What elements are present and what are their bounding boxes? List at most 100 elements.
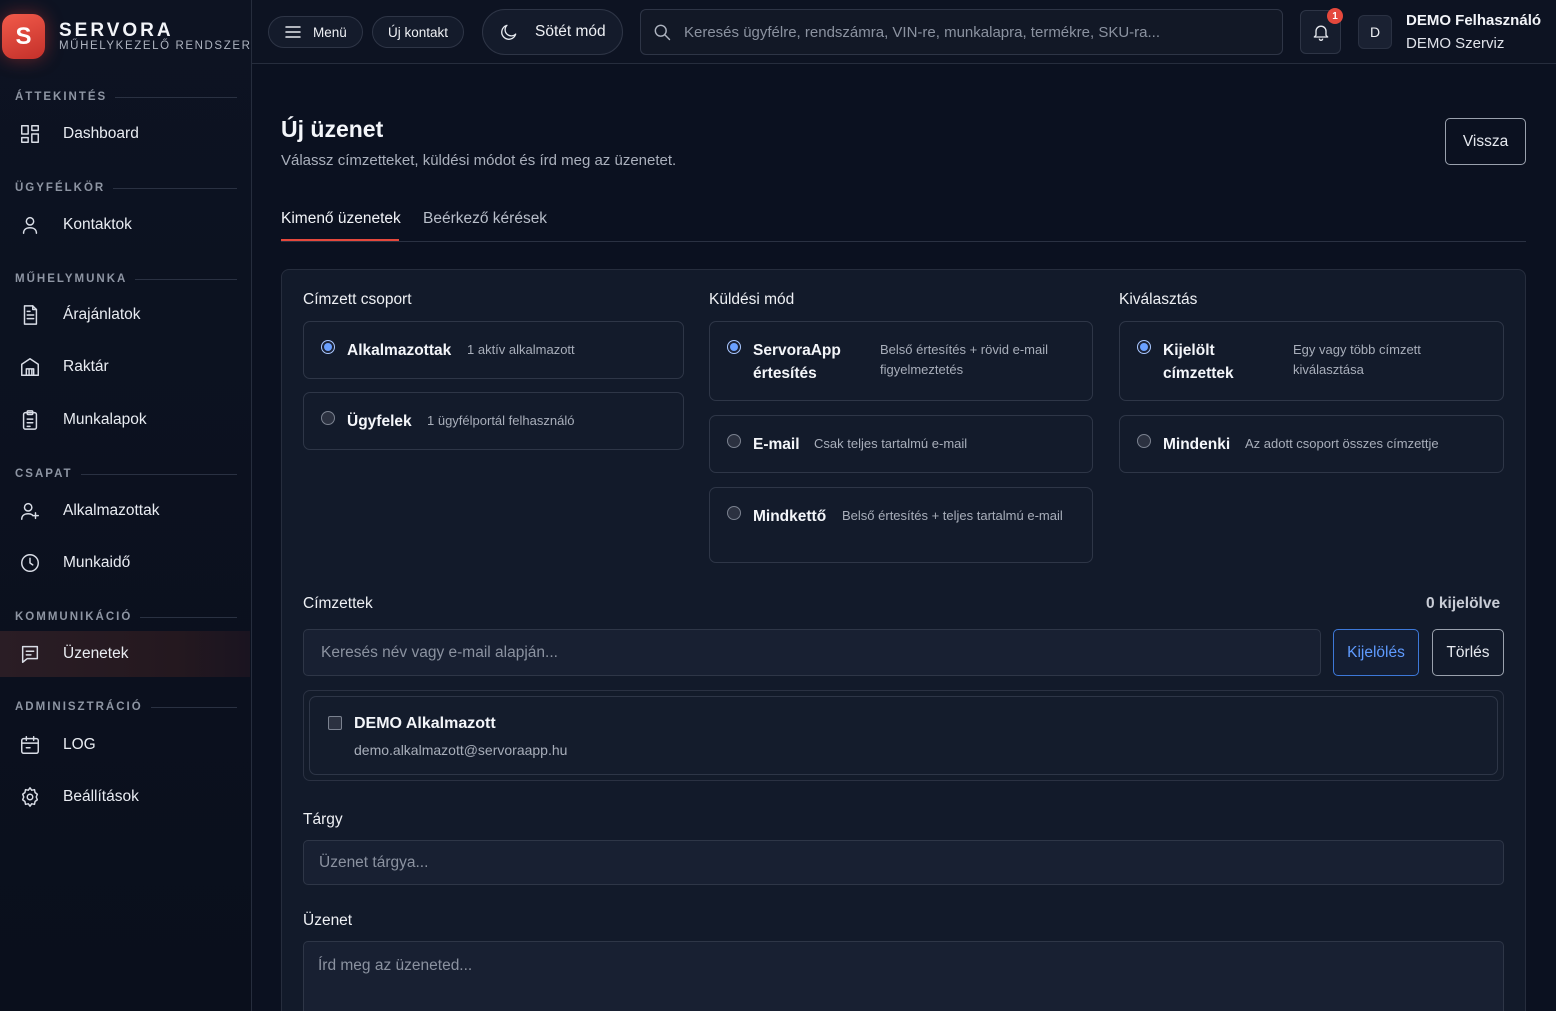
radio-both[interactable] bbox=[727, 506, 741, 520]
active-tab-indicator bbox=[281, 239, 399, 241]
sidebar-item-label: Beállítások bbox=[63, 788, 139, 805]
option-desc: 1 aktív alkalmazott bbox=[467, 342, 575, 357]
radio-clients[interactable] bbox=[321, 411, 335, 425]
option-selected-recipients[interactable]: Kijelölt címzettek Egy vagy több címzett… bbox=[1119, 321, 1504, 401]
option-title: Mindkettő bbox=[753, 508, 827, 525]
global-search-input[interactable]: Keresés ügyfélre, rendszámra, VIN-re, mu… bbox=[640, 9, 1283, 55]
option-title: Ügyfelek bbox=[347, 413, 412, 430]
tab-incoming[interactable]: Beérkező kérések bbox=[423, 210, 547, 228]
user-org: DEMO Szerviz bbox=[1406, 35, 1505, 52]
sidebar-item-employees[interactable]: Alkalmazottak bbox=[0, 488, 250, 534]
recipient-list: DEMO Alkalmazott demo.alkalmazott@servor… bbox=[303, 690, 1504, 781]
user-add-icon bbox=[19, 500, 41, 522]
option-employees[interactable]: Alkalmazottak 1 aktív alkalmazott bbox=[303, 321, 684, 379]
section-label-team: CSAPAT bbox=[15, 468, 237, 480]
subject-label: Tárgy bbox=[303, 811, 343, 828]
calendar-icon bbox=[19, 734, 41, 756]
clock-icon bbox=[19, 552, 41, 574]
option-clients[interactable]: Ügyfelek 1 ügyfélportál felhasználó bbox=[303, 392, 684, 450]
sidebar-item-label: Üzenetek bbox=[63, 645, 129, 662]
page-title: Új üzenet bbox=[281, 116, 384, 142]
menu-icon bbox=[285, 26, 301, 38]
recipients-count: 0 kijelölve bbox=[1426, 595, 1501, 612]
sidebar-item-label: LOG bbox=[63, 736, 96, 753]
sidebar-item-label: Raktár bbox=[63, 358, 109, 375]
option-both[interactable]: Mindkettő Belső értesítés + teljes tarta… bbox=[709, 487, 1093, 563]
select-button[interactable]: Kijelölés bbox=[1333, 629, 1419, 676]
radio-selected-recipients[interactable] bbox=[1137, 340, 1151, 354]
menu-button[interactable]: Menü bbox=[268, 16, 363, 48]
sidebar-item-settings[interactable]: Beállítások bbox=[0, 774, 250, 820]
section-label-admin: ADMINISZTRÁCIÓ bbox=[15, 701, 237, 713]
sidebar-item-label: Alkalmazottak bbox=[63, 502, 160, 519]
option-email[interactable]: E-mail Csak teljes tartalmú e-mail bbox=[709, 415, 1093, 473]
sidebar-item-warehouse[interactable]: Raktár bbox=[0, 344, 250, 390]
option-desc: Csak teljes tartalmú e-mail bbox=[814, 436, 968, 451]
sidebar-item-label: Munkaidő bbox=[63, 554, 131, 571]
notification-badge: 1 bbox=[1327, 8, 1343, 24]
moon-icon bbox=[501, 24, 517, 40]
clipboard-icon bbox=[19, 409, 41, 431]
sidebar-item-label: Munkalapok bbox=[63, 411, 147, 428]
sidebar: S SERVORA MŰHELYKEZELŐ RENDSZER ÁTTEKINT… bbox=[0, 0, 252, 1011]
sidebar-item-worksheets[interactable]: Munkalapok bbox=[0, 397, 250, 443]
sidebar-item-worktime[interactable]: Munkaidő bbox=[0, 540, 250, 586]
section-label-overview: ÁTTEKINTÉS bbox=[15, 91, 237, 103]
list-item[interactable]: DEMO Alkalmazott demo.alkalmazott@servor… bbox=[309, 696, 1498, 775]
option-everyone[interactable]: Mindenki Az adott csoport összes címzett… bbox=[1119, 415, 1504, 473]
message-label: Üzenet bbox=[303, 912, 353, 929]
brand-name: SERVORA bbox=[59, 20, 174, 41]
document-icon bbox=[19, 304, 41, 326]
recipient-name: DEMO Alkalmazott bbox=[354, 715, 496, 732]
bell-icon bbox=[1313, 25, 1329, 41]
brand[interactable]: S SERVORA MŰHELYKEZELŐ RENDSZER bbox=[0, 12, 252, 62]
option-desc: 1 ügyfélportál felhasználó bbox=[427, 413, 575, 428]
option-title: Mindenki bbox=[1163, 436, 1231, 453]
selection-label: Kiválasztás bbox=[1119, 291, 1198, 308]
recipient-checkbox[interactable] bbox=[328, 716, 342, 730]
radio-employees[interactable] bbox=[321, 340, 335, 354]
tabs: Kimenő üzenetek Beérkező kérések bbox=[281, 200, 1526, 242]
option-title: Kijelölt címzettek bbox=[1163, 342, 1234, 382]
section-label-communication: KOMMUNIKÁCIÓ bbox=[15, 611, 237, 623]
message-icon bbox=[19, 643, 41, 665]
option-desc: Belső értesítés + rövid e-mail figyelmez… bbox=[880, 342, 1048, 377]
option-desc: Egy vagy több címzett kiválasztása bbox=[1293, 342, 1421, 377]
sidebar-item-contacts[interactable]: Kontaktok bbox=[0, 202, 250, 248]
recipients-label: Címzettek bbox=[303, 595, 373, 612]
sidebar-item-dashboard[interactable]: Dashboard bbox=[0, 111, 250, 157]
tab-outgoing[interactable]: Kimenő üzenetek bbox=[281, 210, 401, 228]
section-label-clients: ÜGYFÉLKÖR bbox=[15, 182, 237, 194]
dashboard-icon bbox=[19, 123, 41, 145]
recipient-email: demo.alkalmazott@servoraapp.hu bbox=[354, 742, 568, 758]
send-mode-label: Küldési mód bbox=[709, 291, 795, 308]
message-textarea[interactable]: Írd meg az üzeneted... bbox=[303, 941, 1504, 1011]
subject-input[interactable]: Üzenet tárgya... bbox=[303, 840, 1504, 885]
topbar: Menü Új kontakt Sötét mód Keresés ügyfél… bbox=[252, 0, 1556, 64]
brand-logo: S bbox=[2, 14, 45, 59]
radio-email[interactable] bbox=[727, 434, 741, 448]
back-button[interactable]: Vissza bbox=[1445, 118, 1526, 165]
section-label-workshop: MŰHELYMUNKA bbox=[15, 273, 237, 285]
radio-everyone[interactable] bbox=[1137, 434, 1151, 448]
recipient-search-input[interactable]: Keresés név vagy e-mail alapján... bbox=[303, 629, 1321, 676]
user-icon bbox=[19, 214, 41, 236]
dark-mode-toggle[interactable]: Sötét mód bbox=[482, 9, 623, 55]
search-icon bbox=[654, 24, 671, 41]
new-contact-button[interactable]: Új kontakt bbox=[372, 16, 465, 48]
clear-button[interactable]: Törlés bbox=[1432, 629, 1504, 676]
page-subtitle: Válassz címzetteket, küldési módot és ír… bbox=[281, 152, 677, 169]
sidebar-item-messages[interactable]: Üzenetek bbox=[0, 631, 250, 677]
sidebar-item-quotes[interactable]: Árajánlatok bbox=[0, 292, 250, 338]
radio-app-notification[interactable] bbox=[727, 340, 741, 354]
sidebar-item-label: Árajánlatok bbox=[63, 306, 141, 323]
subject-placeholder: Üzenet tárgya... bbox=[319, 854, 429, 871]
dark-mode-label: Sötét mód bbox=[535, 23, 606, 40]
message-placeholder: Írd meg az üzeneted... bbox=[318, 957, 473, 974]
sidebar-item-label: Kontaktok bbox=[63, 216, 132, 233]
option-app-notification[interactable]: ServoraApp értesítés Belső értesítés + r… bbox=[709, 321, 1093, 401]
sidebar-item-log[interactable]: LOG bbox=[0, 722, 250, 768]
recipient-search-placeholder: Keresés név vagy e-mail alapján... bbox=[321, 644, 558, 661]
option-title: Alkalmazottak bbox=[347, 342, 452, 359]
avatar[interactable]: D bbox=[1358, 15, 1392, 49]
